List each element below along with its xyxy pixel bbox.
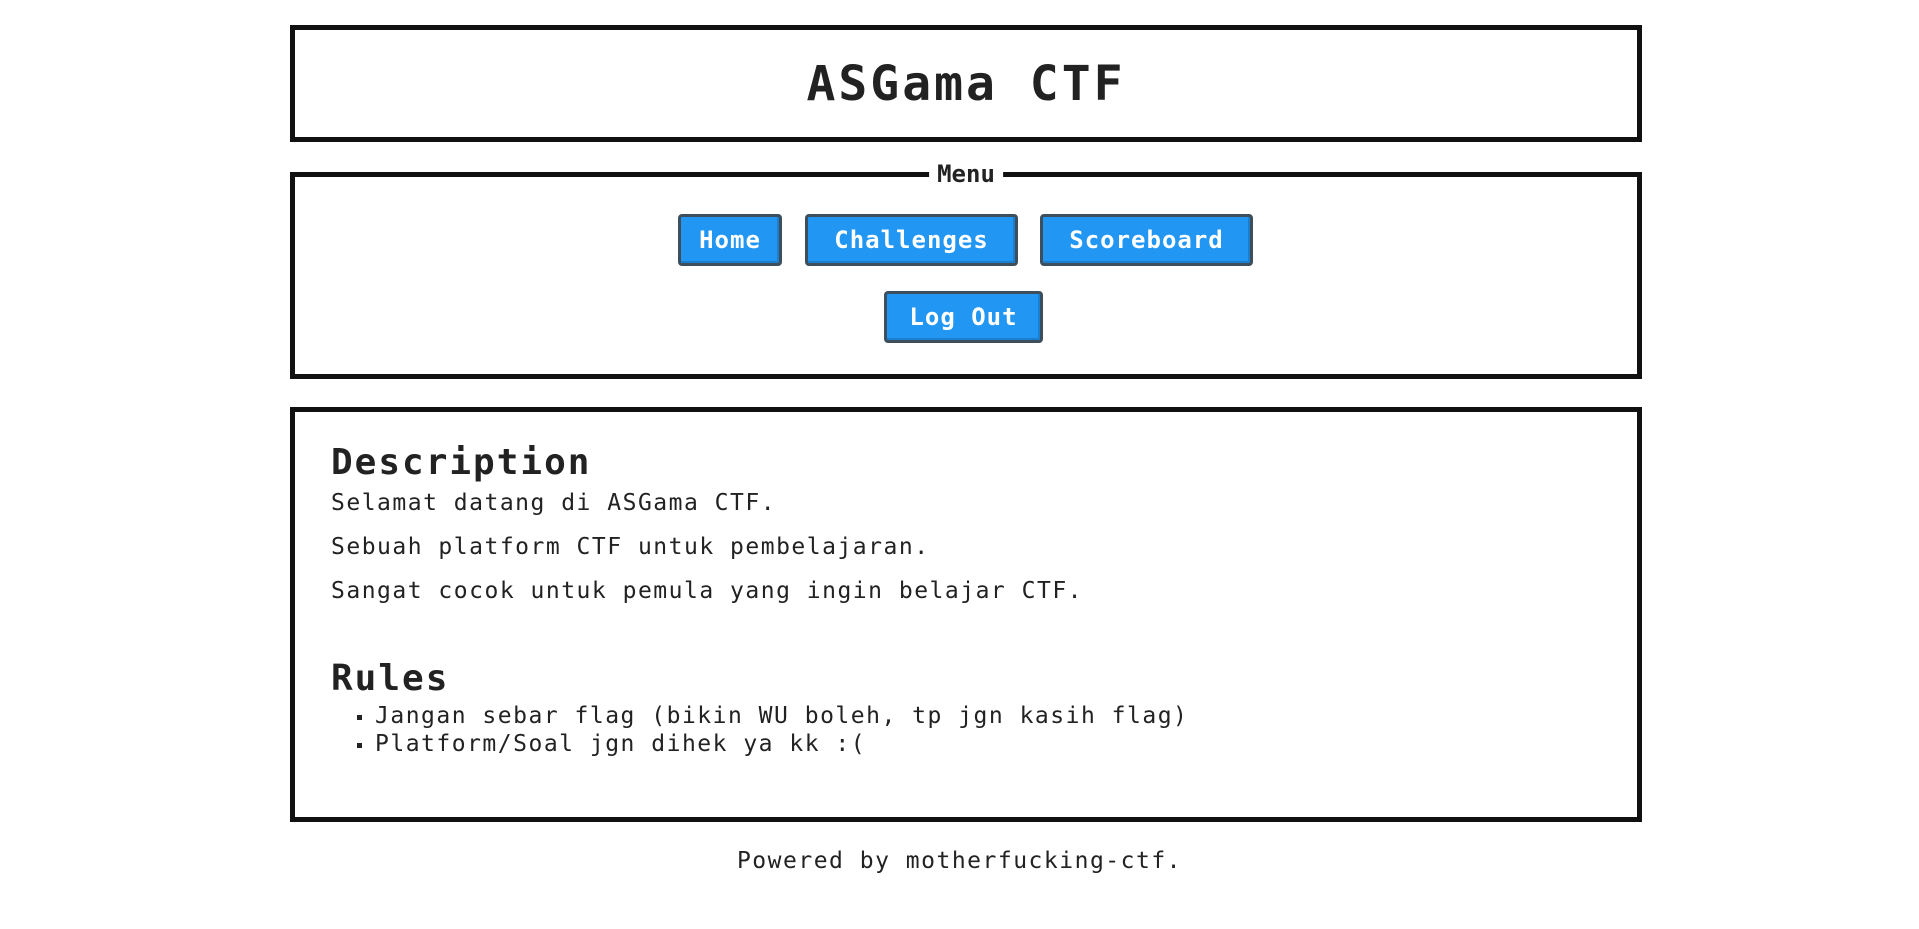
description-line: Selamat datang di ASGama CTF.	[331, 490, 777, 516]
challenges-button[interactable]: Challenges	[805, 214, 1018, 266]
home-button[interactable]: Home	[678, 214, 782, 266]
menu-panel: Menu Home Challenges Scoreboard Log Out	[290, 159, 1642, 379]
footer-text: Powered by motherfucking-ctf.	[736, 848, 1183, 874]
logout-button[interactable]: Log Out	[884, 291, 1043, 343]
content-panel: Description Selamat datang di ASGama CTF…	[290, 407, 1642, 822]
site-header: ASGama CTF	[290, 25, 1642, 142]
scoreboard-button[interactable]: Scoreboard	[1040, 214, 1253, 266]
description-line: Sebuah platform CTF untuk pembelajaran.	[331, 534, 930, 560]
rules-list: Jangan sebar flag (bikin WU boleh, tp jg…	[331, 702, 1601, 758]
description-line: Sangat cocok untuk pemula yang ingin bel…	[331, 578, 1084, 604]
rule-item: Jangan sebar flag (bikin WU boleh, tp jg…	[357, 702, 1601, 730]
rules-heading: Rules	[331, 658, 450, 699]
menu-legend: Menu	[929, 159, 1003, 189]
site-title: ASGama CTF	[806, 55, 1126, 112]
description-heading: Description	[331, 442, 592, 483]
rule-item: Platform/Soal jgn dihek ya kk :(	[357, 730, 1601, 758]
